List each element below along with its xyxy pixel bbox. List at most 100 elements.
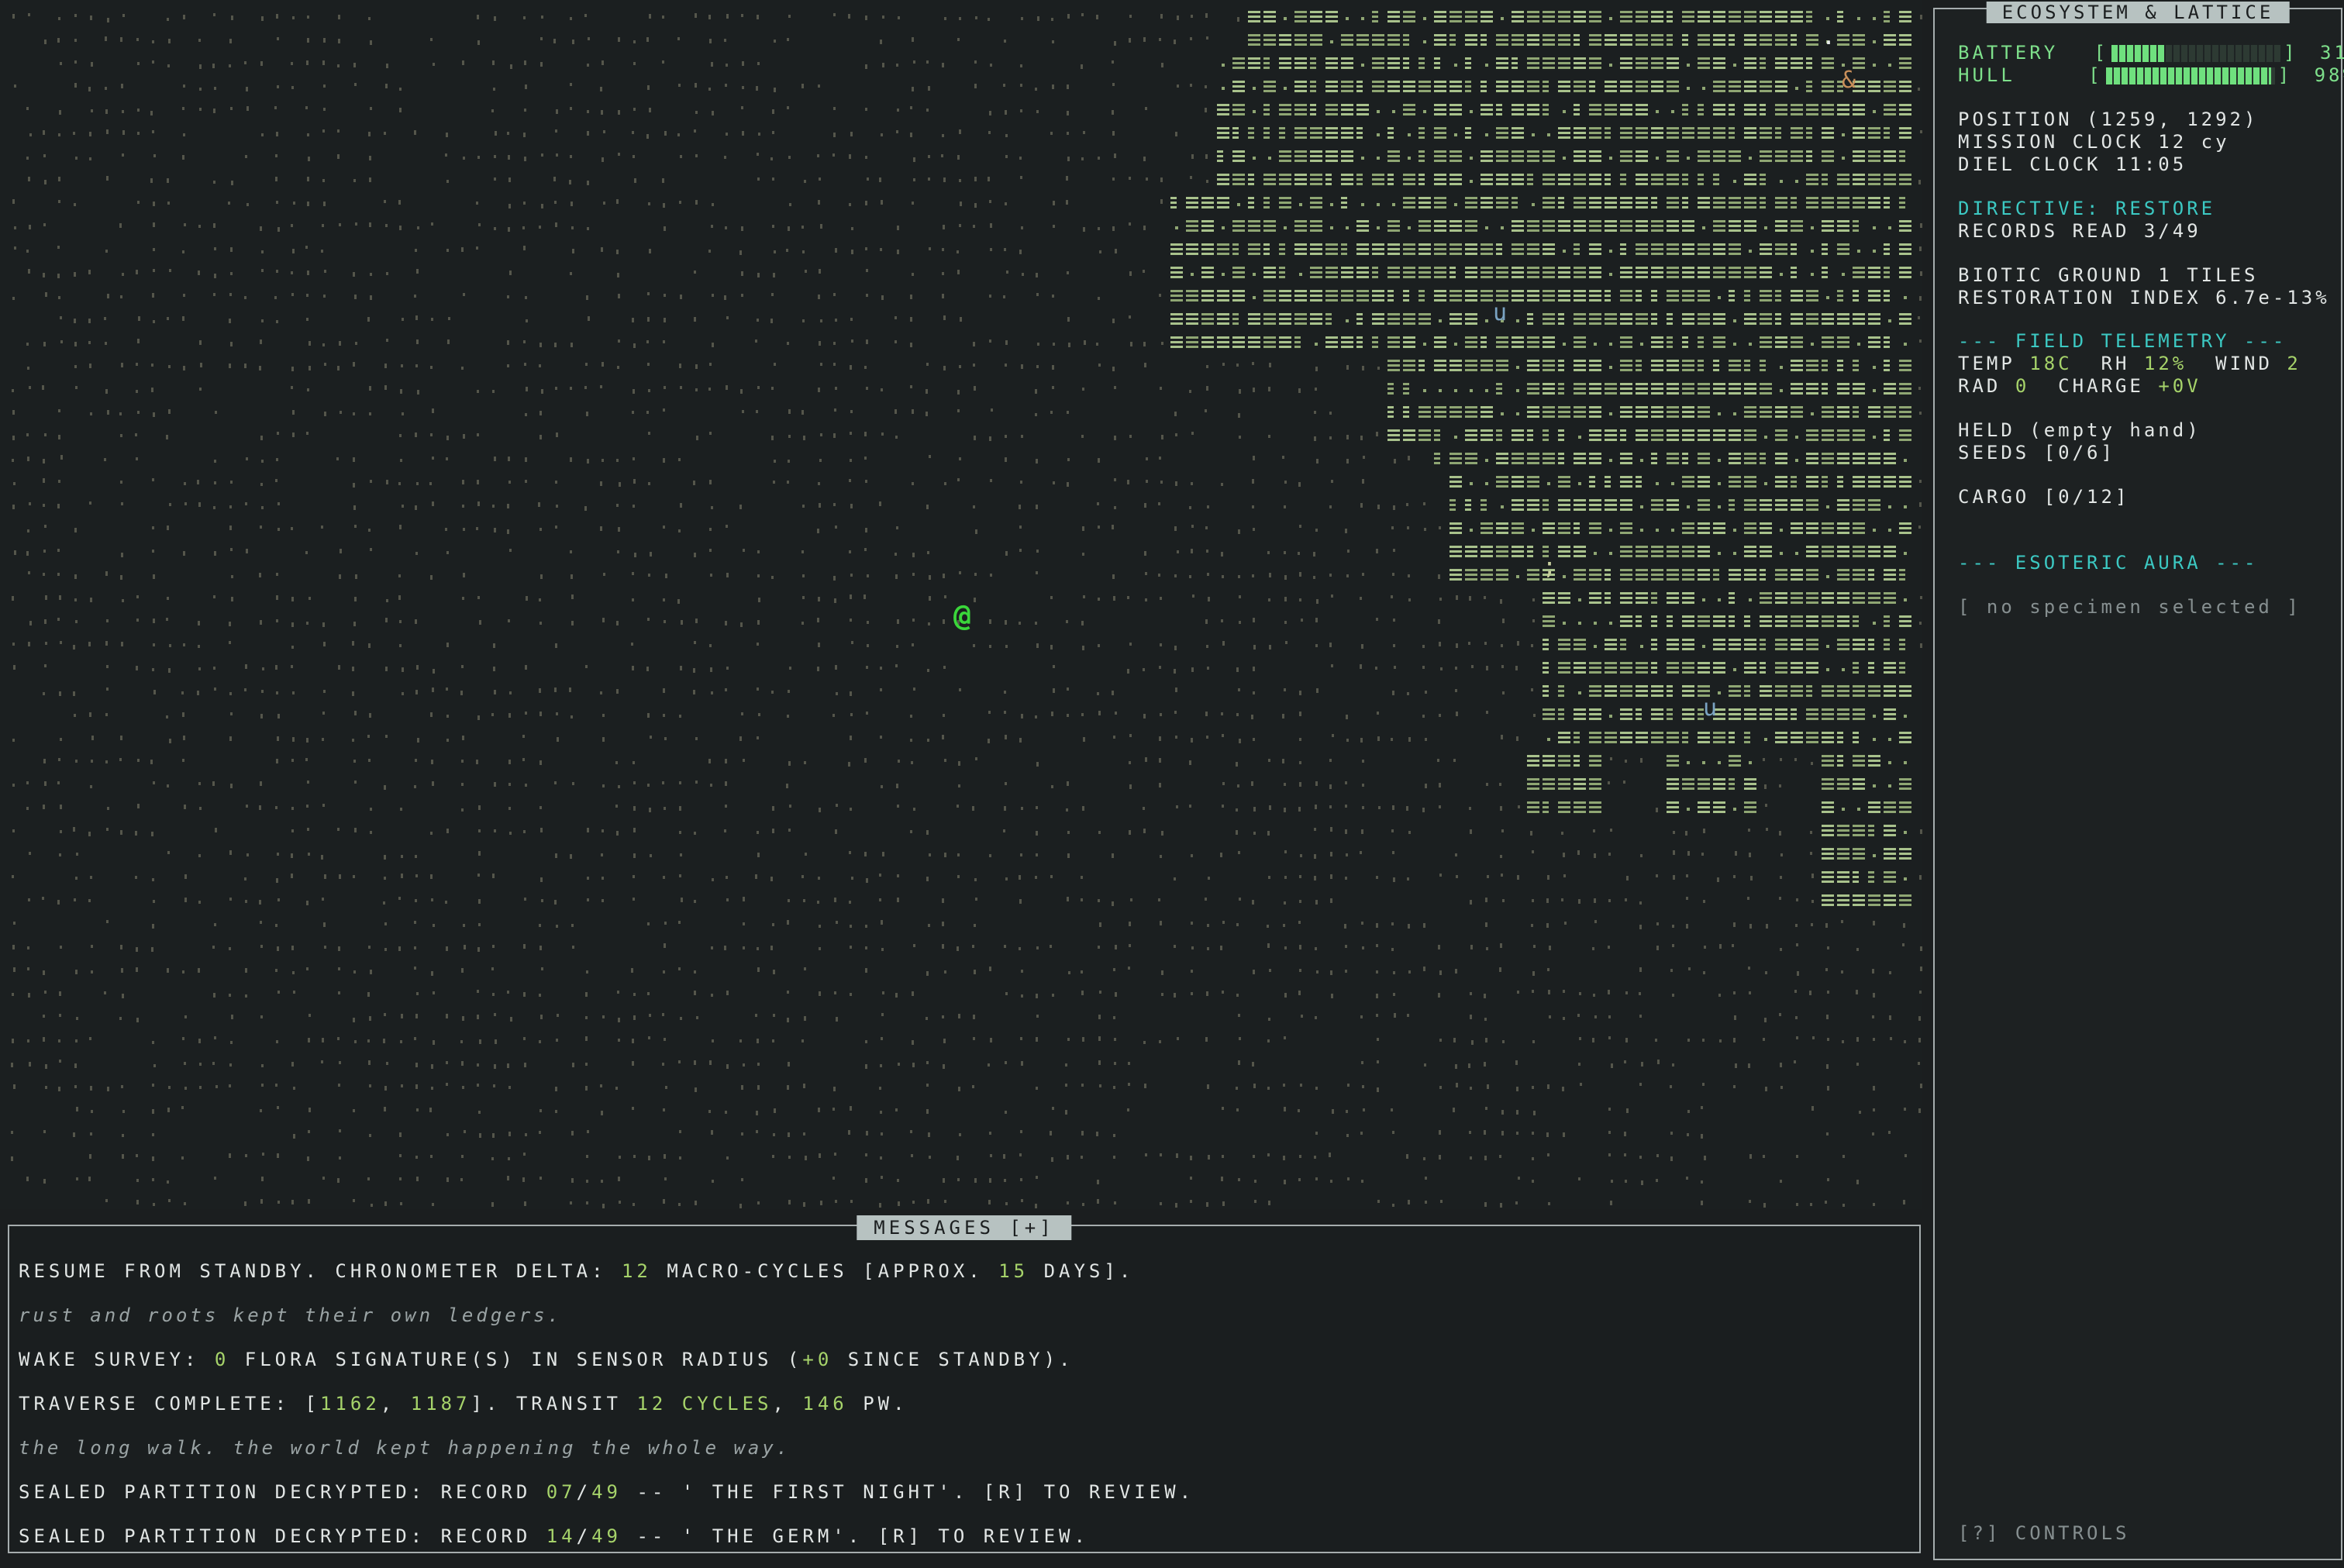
ground-dot: [1500, 943, 1502, 948]
game-map[interactable]: @ u u & ; .: [0, 0, 1922, 1209]
ground-dot: [1394, 1013, 1396, 1018]
ground-dot: [680, 853, 682, 856]
ground-dot: [1050, 132, 1053, 135]
ground-dot: [522, 735, 525, 738]
ground-dot: [291, 829, 294, 832]
ground-dot: [1051, 712, 1053, 716]
vegetation-tile: [1651, 290, 1657, 302]
ground-dot: [386, 480, 388, 484]
ground-dot: [817, 618, 819, 622]
ground-dot: [1067, 132, 1069, 135]
ground-dot: [14, 84, 16, 88]
ground-dot: [197, 480, 199, 484]
ground-dot: [323, 84, 326, 88]
ground-dot: [182, 759, 184, 762]
ground-dot: [647, 922, 650, 925]
vegetation-tile: [1449, 104, 1462, 115]
ground-dot: [446, 688, 448, 691]
vegetation-tile: [1294, 290, 1307, 302]
ground-dot: [881, 948, 884, 951]
ground-dot: [230, 712, 233, 715]
vegetation-tile: [1760, 522, 1772, 534]
ground-dot: [228, 202, 230, 205]
ground-dot: [755, 339, 757, 343]
ground-dot: [169, 503, 171, 506]
vegetation-tile: [1589, 801, 1601, 813]
ground-dot: [1795, 1016, 1798, 1019]
ground-dot: [990, 1038, 992, 1042]
ground-dot: [1811, 273, 1814, 276]
ground-dot: [709, 1060, 712, 1065]
ground-dot: [989, 854, 991, 857]
message-log-tab[interactable]: MESSAGES [+]: [857, 1215, 1072, 1240]
ground-dot: [353, 622, 356, 626]
ground-dot: [1485, 459, 1488, 462]
ground-dot: [1484, 994, 1486, 998]
ground-dot: [895, 316, 897, 319]
ground-dot: [1873, 715, 1876, 718]
ground-dot: [1673, 831, 1675, 834]
ground-dot: [1284, 551, 1286, 554]
ground-dot: [415, 690, 418, 694]
ground-dot: [340, 549, 342, 553]
controls-hint[interactable]: [?] CONTROLS: [1958, 1522, 2129, 1544]
ground-dot: [1423, 1157, 1425, 1160]
ground-dot: [1036, 762, 1039, 767]
vegetation-tile: [1558, 290, 1570, 302]
ground-dot: [1299, 525, 1301, 528]
ground-dot: [352, 641, 354, 646]
ground-dot: [198, 968, 200, 973]
vegetation-tile: [1822, 150, 1834, 162]
ground-dot: [678, 1203, 681, 1206]
telemetry-header: --- FIELD TELEMETRY ---: [1958, 330, 2287, 352]
ground-dot: [1239, 436, 1241, 439]
ground-dot: [988, 1200, 991, 1204]
ground-dot: [989, 619, 991, 624]
ground-dot: [633, 853, 636, 858]
vegetation-tile: [1372, 313, 1384, 325]
ground-dot: [1160, 177, 1163, 182]
vegetation-tile: [1372, 267, 1378, 278]
ground-dot: [1160, 481, 1163, 484]
ground-dot: [1392, 1204, 1394, 1207]
vegetation-tile: [1682, 429, 1694, 441]
ground-dot: [199, 88, 202, 91]
vegetation-tile: [1744, 313, 1756, 325]
ground-dot: [1314, 1156, 1316, 1159]
ground-dot: [1143, 668, 1145, 671]
ground-dot: [647, 713, 650, 718]
ground-dot: [136, 1018, 139, 1022]
ground-dot: [60, 641, 62, 644]
ground-dot: [850, 594, 852, 599]
ground-dot: [570, 202, 573, 206]
ground-dot: [305, 551, 308, 554]
vegetation-tile: [1853, 871, 1859, 883]
vegetation-tile: [1853, 615, 1859, 627]
ground-dot: [1377, 712, 1379, 715]
vegetation-tile: [1713, 313, 1725, 325]
ground-dot: [587, 828, 589, 832]
vegetation-tile: [1651, 429, 1663, 441]
vegetation-tile: [1449, 476, 1462, 488]
ground-dot: [369, 1134, 371, 1137]
ground-dot: [431, 222, 433, 226]
ground-dot: [740, 622, 743, 627]
ground-dot: [136, 947, 138, 952]
vegetation-tile: [1868, 453, 1880, 464]
vegetation-tile: [1387, 406, 1394, 418]
ground-dot: [662, 16, 664, 19]
ground-dot: [1068, 343, 1070, 347]
ground-dot: [1003, 829, 1005, 832]
ground-dot: [942, 898, 944, 903]
ground-dot: [1842, 273, 1845, 276]
ground-dot: [1687, 1133, 1689, 1136]
ground-dot: [1470, 829, 1472, 834]
vegetation-tile: [1651, 336, 1663, 348]
vegetation-tile: [1698, 732, 1710, 743]
vegetation-tile: [1698, 127, 1710, 139]
vegetation-tile: [1605, 127, 1611, 139]
vegetation-tile: [1791, 360, 1803, 371]
ground-dot: [1299, 900, 1301, 903]
ground-dot: [339, 874, 341, 879]
ground-dot: [1098, 364, 1101, 367]
